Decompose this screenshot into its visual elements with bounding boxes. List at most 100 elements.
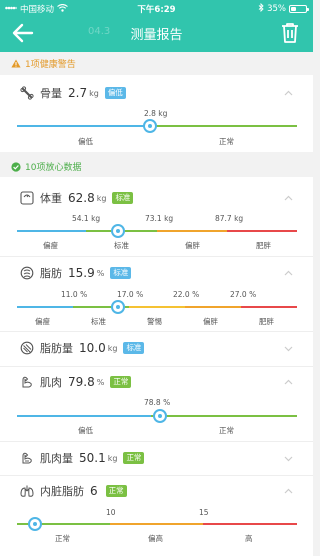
fat-mass-status-badge: 标准 (123, 342, 145, 354)
visceral-name: 内脏脂肪 (40, 485, 84, 498)
visceral-row[interactable]: 内脏脂肪 6 正常 (20, 481, 127, 501)
chevron-up-icon[interactable] (284, 487, 293, 496)
fat-status-badge: 标准 (110, 267, 132, 279)
weight-scale-label-4: 肥胖 (256, 241, 271, 250)
fat-unit: % (96, 268, 105, 278)
visceral-seg-very-high (203, 523, 297, 525)
weight-name: 体重 (40, 192, 62, 205)
weight-seg-obese (227, 230, 297, 232)
divider (0, 475, 313, 476)
fat-scale-label-4: 偏胖 (203, 317, 218, 326)
muscle-mass-value: 50.1 (79, 451, 106, 465)
lungs-icon (20, 485, 34, 497)
chevron-up-icon[interactable] (284, 269, 293, 278)
visceral-threshold-1: 10 (106, 508, 116, 517)
nav-bar: 04.3 测量报告 (0, 16, 313, 52)
chevron-down-icon[interactable] (284, 344, 293, 353)
muscle-mass-row[interactable]: 肌肉量 50.1 kg 正常 (20, 448, 145, 468)
check-circle-icon (11, 161, 21, 172)
bone-seg-low (17, 125, 150, 127)
chevron-up-icon[interactable] (284, 378, 293, 387)
visceral-value: 6 (90, 484, 98, 498)
weight-threshold-1: 54.1 kg (72, 214, 101, 223)
fat-mass-icon (20, 341, 34, 355)
page-title: 测量报告 (130, 28, 183, 43)
fat-value: 15.9 (68, 266, 95, 280)
bone-name: 骨量 (40, 87, 62, 100)
weight-threshold-2: 73.1 kg (145, 214, 174, 223)
fat-seg-thin (17, 306, 73, 308)
divider (0, 441, 313, 442)
chevron-up-icon[interactable] (284, 89, 293, 98)
divider (0, 366, 313, 367)
muscle-mass-unit: kg (107, 453, 118, 463)
bluetooth-icon (258, 2, 264, 15)
muscle-status-badge: 正常 (110, 376, 132, 388)
weight-status-badge: 标准 (112, 192, 134, 204)
fat-mass-unit: kg (107, 343, 118, 353)
battery-fill (291, 7, 296, 11)
visceral-scale-bar (17, 523, 297, 525)
scale-icon (20, 191, 34, 205)
muscle-scale-label-low: 偏低 (78, 426, 93, 435)
muscle-mass-status-badge: 正常 (123, 452, 145, 464)
weight-scale-label-2: 标准 (114, 241, 129, 250)
bone-value: 2.7 (68, 86, 88, 100)
header-bar: 中国移动 下午6:29 35% 04.3 测量报告 (0, 0, 313, 52)
weight-value: 62.8 (68, 191, 95, 205)
fat-threshold-4: 27.0 % (230, 290, 257, 299)
warning-icon (11, 59, 21, 68)
chevron-down-icon[interactable] (284, 454, 293, 463)
ok-section-label: 10项放心数据 (25, 163, 82, 173)
fat-mass-name: 脂肪量 (40, 342, 73, 355)
muscle-icon (22, 376, 32, 388)
chevron-up-icon[interactable] (284, 194, 293, 203)
fat-scale-label-2: 标准 (91, 317, 106, 326)
fat-mass-row[interactable]: 脂肪量 10.0 kg 标准 (20, 338, 145, 358)
fat-name: 脂肪 (40, 267, 62, 280)
bone-card[interactable]: 骨量 2.7 kg 偏低 2.8 kg 偏低 正常 (0, 75, 313, 152)
muscle-scale-label-normal: 正常 (219, 426, 234, 435)
fat-marker (111, 300, 125, 314)
muscle-row[interactable]: 肌肉 79.8 % 正常 (20, 372, 132, 392)
fat-threshold-3: 22.0 % (173, 290, 200, 299)
bone-unit: kg (89, 88, 99, 98)
visceral-status-badge: 正常 (105, 485, 127, 497)
fat-seg-obese (241, 306, 297, 308)
bone-marker (143, 119, 157, 133)
status-bar: 中国移动 下午6:29 35% (0, 0, 313, 16)
bone-scale-bar (17, 125, 297, 127)
muscle-mass-icon (22, 452, 32, 464)
muscle-marker-label: 78.8 % (144, 398, 171, 407)
bone-seg-normal (150, 125, 297, 127)
muscle-seg-low (17, 415, 151, 417)
weight-unit: kg (96, 193, 107, 203)
bone-scale-label-normal: 正常 (219, 137, 234, 146)
visceral-seg-high (110, 523, 203, 525)
divider (0, 331, 313, 332)
weight-scale-label-1: 偏瘦 (43, 241, 58, 250)
delete-button[interactable] (279, 21, 301, 45)
muscle-seg-normal (151, 415, 297, 417)
weight-marker (111, 224, 125, 238)
fat-row[interactable]: 脂肪 15.9 % 标准 (20, 263, 132, 283)
ok-data-card: 体重 62.8 kg 标准 54.1 kg 73.1 kg 87.7 kg 偏瘦… (0, 177, 313, 556)
warning-section-label: 1项健康警告 (25, 60, 76, 70)
fat-threshold-2: 17.0 % (117, 290, 144, 299)
muscle-mass-name: 肌肉量 (40, 452, 73, 465)
fat-mass-value: 10.0 (79, 341, 106, 355)
ok-section-title: 10项放心数据 (11, 160, 81, 173)
visceral-threshold-2: 15 (199, 508, 209, 517)
fat-scale-bar (17, 306, 297, 308)
muscle-name: 肌肉 (40, 376, 62, 389)
trash-icon (282, 23, 298, 43)
muscle-marker (153, 409, 167, 423)
weight-threshold-3: 87.7 kg (215, 214, 244, 223)
visceral-scale-label-2: 偏高 (148, 534, 163, 543)
fat-seg-alert (129, 306, 185, 308)
bone-icon (20, 86, 34, 100)
weight-row[interactable]: 体重 62.8 kg 标准 (20, 188, 134, 208)
muscle-unit: % (96, 377, 105, 387)
visceral-scale-label-1: 正常 (55, 534, 70, 543)
battery-percent: 35% (267, 4, 286, 14)
